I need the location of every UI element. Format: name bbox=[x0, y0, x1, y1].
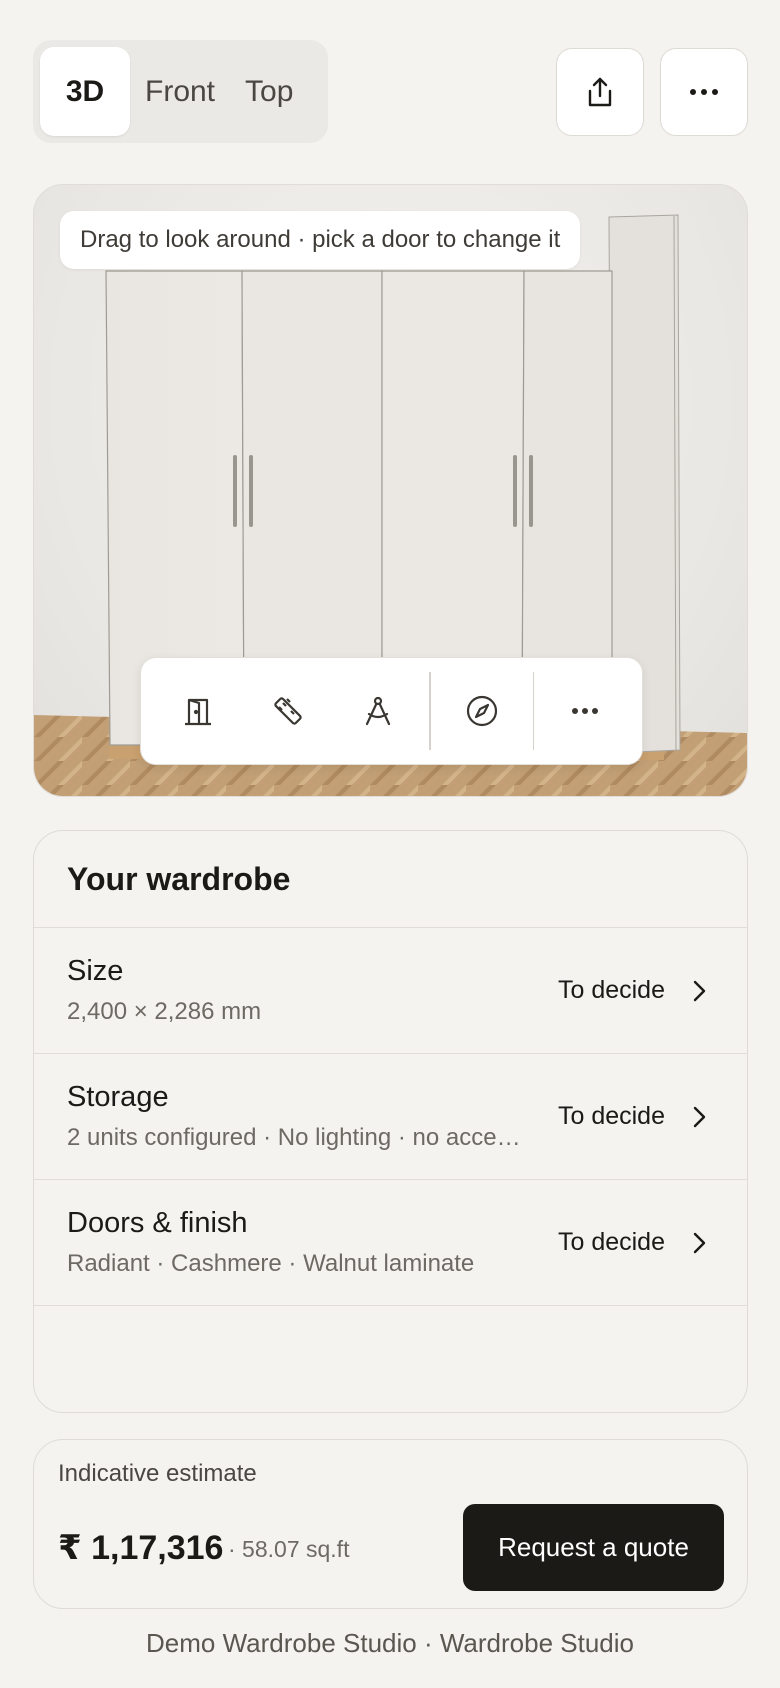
tab-front[interactable]: Front bbox=[130, 47, 230, 136]
more-icon bbox=[572, 708, 598, 714]
row-status: To decide bbox=[557, 976, 665, 1004]
ruler-icon bbox=[274, 697, 302, 725]
toolbar-divider bbox=[429, 672, 431, 750]
summary-row-doors-finish[interactable]: Doors & finish Radiant · Cashmere · Waln… bbox=[34, 1180, 747, 1306]
viewer-more-button[interactable] bbox=[540, 671, 630, 751]
row-status: To decide bbox=[557, 1228, 665, 1256]
share-icon bbox=[588, 77, 612, 107]
more-icon bbox=[690, 89, 718, 95]
draw-tool-button[interactable] bbox=[333, 671, 423, 751]
row-detail: 2 units configured · No lighting · no ac… bbox=[67, 1124, 522, 1151]
wardrobe-summary-card: Your wardrobe Size 2,400 × 2,286 mm To d… bbox=[33, 830, 748, 1413]
footer-studio-name: Demo Wardrobe Studio · Wardrobe Studio bbox=[146, 1628, 634, 1658]
row-detail: 2,400 × 2,286 mm bbox=[67, 998, 262, 1025]
tab-top[interactable]: Top bbox=[230, 47, 308, 136]
more-options-button[interactable] bbox=[660, 48, 748, 136]
request-quote-button[interactable]: Request a quote bbox=[463, 1504, 724, 1591]
estimate-price: ₹ 1,17,316 bbox=[58, 1529, 224, 1567]
view-switcher: 3D Front Top bbox=[33, 40, 328, 143]
door-tool-button[interactable] bbox=[153, 671, 243, 751]
viewer-hint: Drag to look around · pick a door to cha… bbox=[60, 211, 581, 269]
navigation-compass-icon bbox=[466, 695, 497, 727]
summary-row-size[interactable]: Size 2,400 × 2,286 mm To decide bbox=[34, 928, 747, 1054]
row-label: Size bbox=[67, 955, 124, 987]
measure-tool-button[interactable] bbox=[243, 671, 333, 751]
row-label: Doors & finish bbox=[67, 1207, 248, 1239]
toolbar-divider bbox=[532, 672, 534, 750]
chevron-right-icon bbox=[693, 980, 706, 1001]
chevron-right-icon bbox=[693, 1106, 706, 1127]
estimate-area: · 58.07 sq.ft bbox=[228, 1536, 350, 1562]
chevron-right-icon bbox=[693, 1232, 706, 1253]
row-status: To decide bbox=[557, 1102, 665, 1130]
wardrobe-3d-viewer[interactable]: Drag to look around · pick a door to cha… bbox=[33, 184, 748, 797]
viewer-toolbar bbox=[140, 657, 643, 765]
summary-row-storage[interactable]: Storage 2 units configured · No lighting… bbox=[34, 1054, 747, 1180]
row-detail: Radiant · Cashmere · Walnut laminate bbox=[67, 1250, 475, 1277]
summary-title: Your wardrobe bbox=[34, 831, 747, 928]
tab-3d[interactable]: 3D bbox=[40, 47, 130, 136]
share-button[interactable] bbox=[556, 48, 644, 136]
estimate-label: Indicative estimate bbox=[58, 1460, 257, 1487]
estimate-card: Indicative estimate ₹ 1,17,316 · 58.07 s… bbox=[33, 1439, 748, 1609]
row-label: Storage bbox=[67, 1081, 169, 1113]
compass-draw-icon bbox=[365, 696, 391, 726]
navigate-tool-button[interactable] bbox=[437, 671, 527, 751]
door-icon bbox=[185, 698, 211, 726]
